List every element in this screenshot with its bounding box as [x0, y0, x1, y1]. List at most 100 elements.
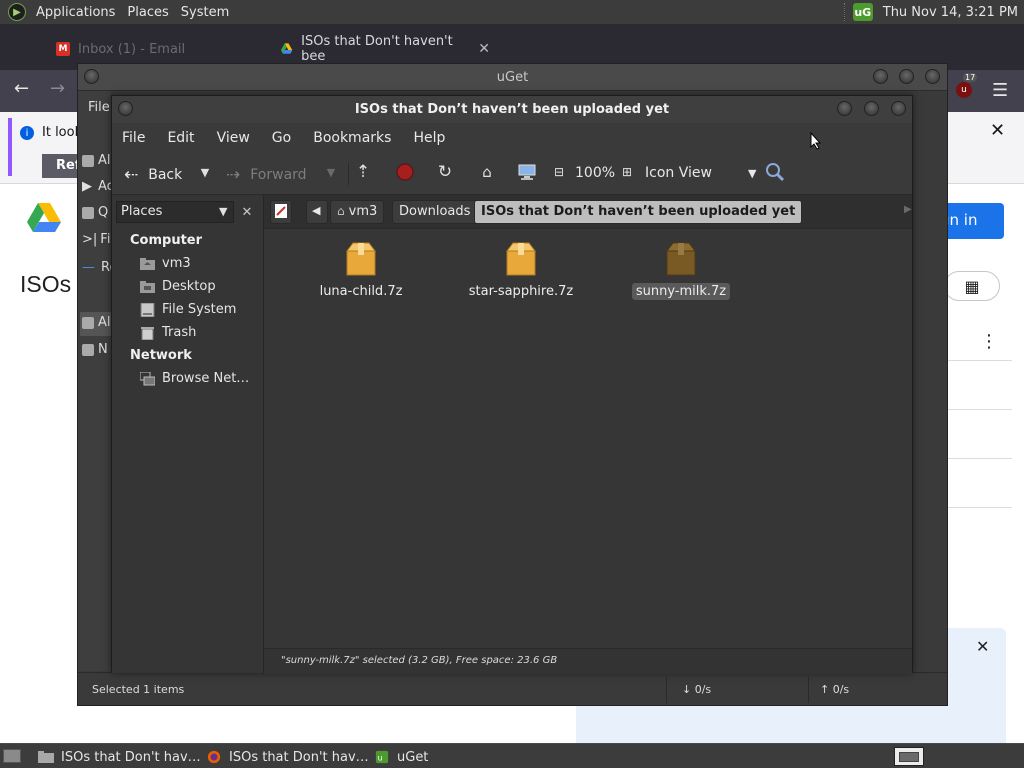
file-icon-view[interactable]: luna-child.7z star-sapphire.7z sunny-mil…: [264, 228, 912, 648]
archive-package-icon: [346, 242, 376, 276]
zoom-in-icon[interactable]: ⊞: [616, 161, 638, 183]
sidebar-item-file-system[interactable]: File System: [140, 302, 236, 317]
path-scroll-left-icon[interactable]: ◀: [306, 200, 328, 224]
menu-go[interactable]: Go: [272, 130, 291, 146]
menu-file[interactable]: File: [122, 130, 145, 146]
window-title: ISOs that Don’t haven’t been uploaded ye…: [354, 102, 670, 117]
refresh-button[interactable]: Ref: [42, 154, 82, 178]
edit-location-icon[interactable]: [270, 200, 292, 224]
category-item[interactable]: >| Fi: [82, 232, 110, 247]
back-label: Back: [148, 167, 183, 183]
category-item[interactable]: N: [82, 342, 108, 357]
more-options-icon[interactable]: ⋮: [980, 331, 998, 352]
menu-help[interactable]: Help: [413, 130, 445, 146]
forward-arrow-icon: ⇢: [226, 165, 241, 185]
notice-accent: [8, 118, 12, 176]
back-button[interactable]: ⇠ Back: [124, 165, 182, 185]
close-icon[interactable]: [925, 69, 940, 84]
menu-edit[interactable]: Edit: [167, 130, 194, 146]
forward-arrow-icon[interactable]: →: [50, 78, 65, 99]
file-item[interactable]: luna-child.7z: [301, 241, 421, 300]
back-arrow-icon[interactable]: ←: [14, 78, 29, 99]
home-folder-icon[interactable]: ⌂: [476, 161, 498, 183]
uget-tray-icon[interactable]: uG: [852, 3, 873, 21]
chevron-down-icon: ▼: [747, 166, 757, 180]
close-sidebar-icon[interactable]: ✕: [236, 201, 258, 223]
file-manager-window: ISOs that Don’t haven’t been uploaded ye…: [111, 95, 913, 674]
sidebar-mode-select[interactable]: Places ▼: [116, 201, 234, 223]
forward-button[interactable]: ⇢ Forward: [226, 165, 307, 185]
maximize-icon[interactable]: [864, 101, 879, 116]
close-tab-icon[interactable]: ✕: [478, 41, 490, 57]
download-speed: ↓ 0/s: [682, 683, 712, 696]
close-icon[interactable]: ✕: [990, 120, 1005, 141]
sidebar-heading-computer: Computer: [130, 233, 203, 248]
up-arrow-icon[interactable]: ⇡: [352, 161, 374, 183]
zoom-level: 100%: [575, 165, 616, 181]
breadcrumb-current-folder[interactable]: ISOs that Don’t haven’t been uploaded ye…: [474, 200, 803, 224]
browser-tab-gmail[interactable]: M Inbox (1) - Email: [56, 37, 256, 61]
recycled-icon: —: [82, 260, 95, 275]
breadcrumb-vm3[interactable]: ⌂ vm3: [330, 200, 385, 224]
divider: [808, 677, 809, 703]
category-item[interactable]: ▶ Ac: [82, 179, 114, 194]
stop-icon[interactable]: [394, 161, 416, 183]
zoom-out-icon[interactable]: ⊟: [548, 161, 570, 183]
mouse-pointer-icon: [810, 132, 822, 150]
sidebar-item-trash[interactable]: Trash: [140, 325, 196, 340]
category-item[interactable]: Q: [82, 205, 108, 220]
reload-icon[interactable]: ↻: [434, 161, 456, 183]
category-item[interactable]: Al: [82, 153, 111, 168]
google-drive-logo-icon: [27, 203, 61, 232]
svg-text:u: u: [378, 754, 383, 763]
extension-badge-count: 17: [963, 73, 978, 82]
close-icon[interactable]: [891, 101, 906, 116]
sidebar-item-vm3[interactable]: vm3: [140, 256, 191, 271]
sidebar-item-browse-network[interactable]: Browse Net…: [140, 371, 249, 386]
maximize-icon[interactable]: [899, 69, 914, 84]
menu-view[interactable]: View: [217, 130, 250, 146]
path-scroll-right-icon[interactable]: ▶: [904, 204, 912, 215]
category-item[interactable]: Al: [82, 315, 111, 330]
menu-logo-icon[interactable]: ▶: [8, 3, 26, 21]
menu-bookmarks[interactable]: Bookmarks: [313, 130, 391, 146]
search-icon[interactable]: [764, 161, 786, 183]
system-menu[interactable]: System: [175, 0, 235, 25]
uget-titlebar[interactable]: uGet: [78, 64, 947, 91]
minimize-icon[interactable]: [837, 101, 852, 116]
category-icon: [82, 316, 94, 329]
workspace-switcher[interactable]: [894, 747, 924, 766]
archive-package-icon: [666, 242, 696, 276]
file-manager-titlebar[interactable]: ISOs that Don’t haven’t been uploaded ye…: [112, 96, 912, 123]
browser-tab-drive[interactable]: ISOs that Don't haven't bee ✕: [280, 34, 490, 64]
places-menu[interactable]: Places: [121, 0, 174, 25]
gmail-icon: M: [56, 42, 70, 56]
forward-history-dropdown-icon[interactable]: ▼: [320, 161, 342, 183]
workspace-window-thumbnail: [899, 752, 919, 762]
file-item[interactable]: star-sapphire.7z: [461, 241, 581, 300]
back-history-dropdown-icon[interactable]: ▼: [194, 161, 216, 183]
desktop-folder-icon: [140, 280, 155, 293]
menu-file[interactable]: File: [88, 100, 110, 115]
applications-menu[interactable]: Applications: [30, 0, 121, 25]
taskbar-item-file-manager[interactable]: ISOs that Don't hav…: [38, 747, 201, 767]
sidebar-item-desktop[interactable]: Desktop: [140, 279, 216, 294]
taskbar-item-uget[interactable]: u uGet: [374, 747, 428, 767]
category-icon: [82, 154, 94, 167]
close-icon[interactable]: ✕: [976, 637, 989, 656]
taskbar-item-firefox[interactable]: ISOs that Don't hav…: [206, 747, 369, 767]
file-item-selected[interactable]: sunny-milk.7z: [621, 241, 741, 300]
computer-icon[interactable]: [516, 161, 538, 183]
hamburger-menu-icon[interactable]: ☰: [992, 80, 1008, 101]
clock[interactable]: Thu Nov 14, 3:21 PM: [883, 5, 1024, 20]
places-sidebar: Places ▼ ✕ Computer vm3 Desktop File Sys…: [112, 195, 264, 673]
show-desktop-icon[interactable]: [3, 749, 21, 763]
view-mode-select[interactable]: Icon View ▼: [645, 165, 756, 181]
minimize-icon[interactable]: [873, 69, 888, 84]
breadcrumb-downloads[interactable]: Downloads: [392, 200, 478, 224]
ublock-icon[interactable]: u: [956, 82, 972, 98]
uget-statusbar: Selected 1 items ↓ 0/s ↑ 0/s: [78, 672, 947, 705]
grid-view-icon[interactable]: ▦: [944, 271, 1000, 301]
page-title: ISOs: [20, 271, 72, 297]
queue-icon: [82, 206, 94, 219]
